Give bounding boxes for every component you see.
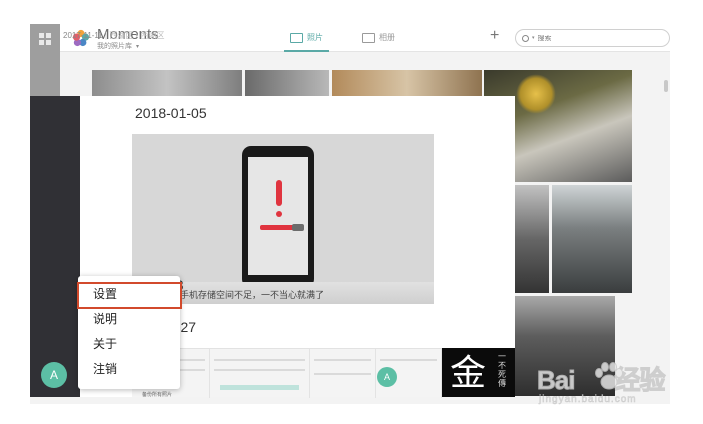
ui-line (214, 359, 305, 361)
menu-item-help[interactable]: 说明 (78, 307, 180, 331)
paw-icon (595, 362, 623, 390)
chevron-down-icon: ▾ (136, 44, 140, 50)
menu-item-about[interactable]: 关于 (78, 332, 180, 356)
photo-thumbnail[interactable] (552, 185, 632, 293)
apps-grid-icon[interactable] (39, 33, 51, 45)
flowers-image (516, 74, 556, 114)
photo-group-location: | 西湖区 • 西湖区 (104, 31, 165, 40)
album-icon (362, 32, 375, 43)
photo-thumbnail[interactable] (515, 185, 549, 293)
phone-image (242, 146, 314, 288)
library-name: 我的照片库 (97, 43, 132, 50)
calligraphy-vertical-text: 一不死傳 (498, 352, 506, 388)
baidu-watermark: Bai 经验 jingyan.baidu.com (536, 356, 669, 412)
photo-icon (290, 32, 303, 43)
watermark-text-left: Bai (536, 365, 575, 396)
alert-icon (276, 180, 282, 206)
overlay-sidebar (30, 96, 80, 397)
menu-item-settings[interactable]: 设置 (77, 282, 182, 309)
screenshot-thumb[interactable] (310, 349, 376, 398)
thumb-label: 备份所有照片 (142, 392, 173, 398)
screenshot-root: { "background_app": { "title": "Moments"… (0, 0, 703, 424)
scrollbar[interactable] (664, 80, 668, 92)
calligraphy-photo[interactable]: 金 一不死傳 (442, 348, 515, 397)
ui-line (214, 369, 305, 371)
watermark-url: jingyan.baidu.com (539, 394, 637, 406)
account-avatar[interactable]: A (41, 362, 67, 388)
photo-thumbnail[interactable] (92, 70, 242, 96)
avatar-in-thumbnail: A (377, 367, 397, 387)
menu-item-logout[interactable]: 注销 (78, 357, 180, 381)
section-date: 2018-01-05 (135, 105, 207, 121)
ui-line (380, 359, 437, 361)
tab-photos[interactable]: 照片 (284, 32, 329, 52)
search-box[interactable]: ▾ (515, 29, 670, 47)
photo-thumbnail[interactable] (332, 70, 482, 96)
account-menu: 设置 说明 关于 注销 (77, 276, 182, 389)
tab-albums[interactable]: 相册 (362, 32, 395, 43)
add-button[interactable]: + (490, 27, 499, 45)
ui-button (220, 385, 299, 390)
screenshot-thumb[interactable] (210, 349, 310, 398)
photo-caption: 手机存储空间不足，一不当心就满了 (180, 290, 325, 300)
photo-group-header: 2017-11-11 | 西湖区 • 西湖区 (63, 30, 165, 41)
alert-dot (276, 211, 282, 217)
tab-photos-label: 照片 (307, 33, 323, 42)
ui-line (314, 359, 371, 361)
tab-albums-label: 相册 (379, 33, 395, 42)
storage-bar-end (292, 224, 304, 231)
search-icon (522, 34, 529, 42)
phone-screen (248, 157, 308, 275)
search-options-chevron-icon[interactable]: ▾ (532, 35, 535, 41)
search-input[interactable] (537, 34, 648, 42)
library-selector[interactable]: 我的照片库 ▾ (97, 41, 139, 51)
app-menu-strip[interactable] (30, 24, 60, 96)
calligraphy-char: 金 (450, 353, 487, 394)
photo-group-date: 2017-11-11 (63, 31, 103, 40)
photo-thumbnail[interactable] (245, 70, 329, 96)
ui-line (314, 373, 371, 375)
